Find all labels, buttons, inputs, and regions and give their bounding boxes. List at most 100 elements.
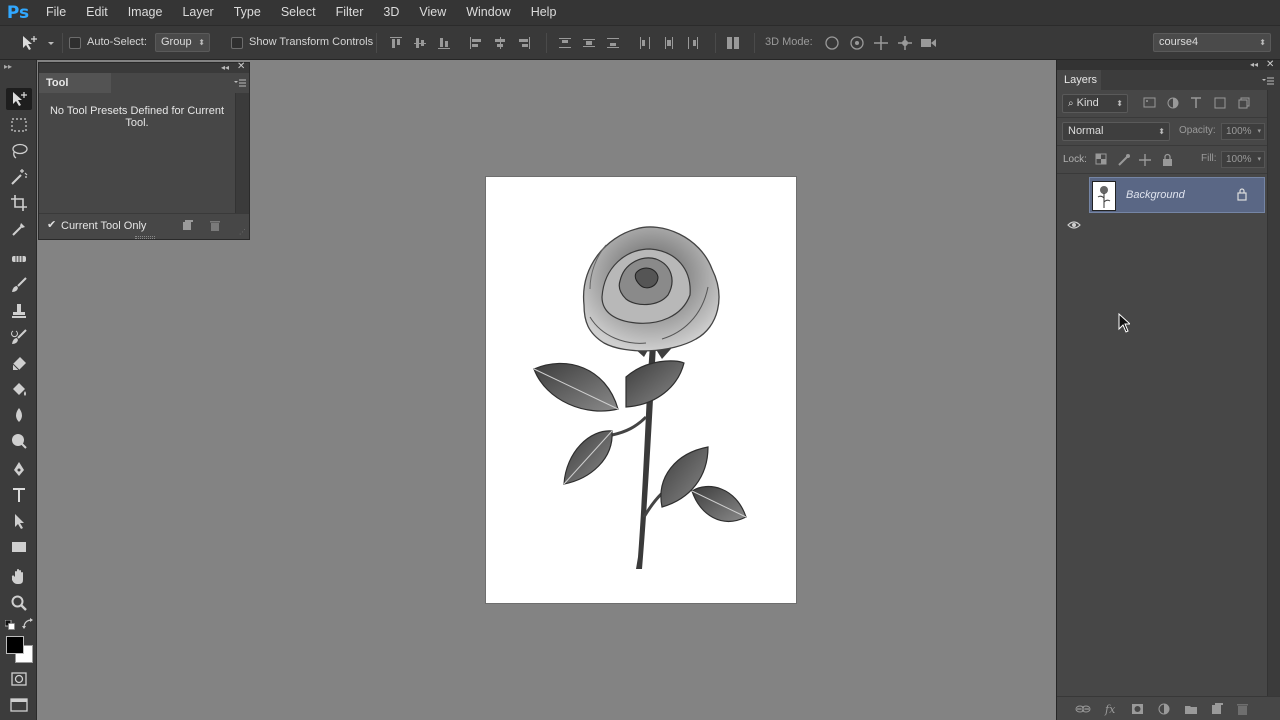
distribute-vcenter-icon[interactable] <box>582 36 596 50</box>
fill-label: Fill: <box>1201 153 1217 164</box>
panel-menu-icon[interactable] <box>233 77 247 91</box>
align-right-icon[interactable] <box>517 36 531 50</box>
toolbar-collapse-icon[interactable]: ▸▸ <box>4 62 12 71</box>
show-transform-checkbox[interactable] <box>231 37 243 49</box>
eyedropper-tool-icon[interactable] <box>6 218 32 240</box>
menu-layer[interactable]: Layer <box>172 0 223 25</box>
menu-3d[interactable]: 3D <box>373 0 409 25</box>
distribute-top-icon[interactable] <box>558 36 572 50</box>
clone-stamp-tool-icon[interactable] <box>6 300 32 322</box>
default-colors-icon[interactable] <box>4 619 15 630</box>
zoom-tool-icon[interactable] <box>6 592 32 614</box>
options-bar: Auto-Select: Group ⬍ Show Transform Contr… <box>0 25 1280 60</box>
mouse-cursor-icon <box>1118 312 1132 336</box>
magic-wand-tool-icon[interactable] <box>6 166 32 188</box>
distribute-bottom-icon[interactable] <box>606 36 620 50</box>
menu-bar: Ps File Edit Image Layer Type Select Fil… <box>0 0 1280 25</box>
3d-mode-label: 3D Mode: <box>765 36 813 48</box>
auto-select-label: Auto-Select: <box>87 36 147 48</box>
menu-view[interactable]: View <box>409 0 456 25</box>
healing-brush-tool-icon[interactable] <box>6 248 32 270</box>
align-left-icon[interactable] <box>469 36 483 50</box>
auto-align-icon[interactable] <box>726 36 740 50</box>
delete-preset-icon[interactable] <box>209 220 221 235</box>
layer-filter-icons[interactable] <box>1143 96 1263 110</box>
rectangle-tool-icon[interactable] <box>6 536 32 558</box>
menu-window[interactable]: Window <box>456 0 520 25</box>
panel-collapse-icon[interactable]: ◂◂ <box>221 63 229 72</box>
menu-file[interactable]: File <box>36 0 76 25</box>
layer-lock-icon <box>1236 188 1248 204</box>
layers-scrollbar[interactable] <box>1267 90 1280 696</box>
rose-drawing <box>533 226 747 569</box>
move-tool-icon[interactable] <box>6 88 32 110</box>
distribute-hcenter-icon[interactable] <box>662 36 676 50</box>
foreground-color-swatch[interactable] <box>6 636 24 654</box>
workspace-dropdown[interactable]: course4 ⬍ <box>1153 33 1271 52</box>
screen-mode-icon[interactable] <box>6 694 32 716</box>
tool-presets-tab[interactable]: Tool Presets <box>39 73 111 109</box>
blend-row: Normal ⬍ Opacity: 100% ▾ <box>1057 118 1267 146</box>
brush-tool-icon[interactable] <box>6 274 32 296</box>
type-tool-icon[interactable] <box>6 484 32 506</box>
fill-field[interactable]: 100% ▾ <box>1221 151 1265 168</box>
menu-image[interactable]: Image <box>118 0 173 25</box>
layers-close-icon[interactable]: ✕ <box>1266 59 1274 70</box>
menu-type[interactable]: Type <box>224 0 271 25</box>
opacity-field[interactable]: 100% ▾ <box>1221 123 1265 140</box>
auto-select-checkbox[interactable] <box>69 37 81 49</box>
filter-kind-dropdown[interactable]: ⌕ Kind ⬍ <box>1062 94 1128 113</box>
layers-area: ⌕ Kind ⬍ Normal ⬍ Opacity: 100% ▾ Lock: … <box>1057 90 1280 700</box>
pen-tool-icon[interactable] <box>6 458 32 480</box>
workspace-value: course4 <box>1159 36 1199 48</box>
layer-row-background[interactable]: Background <box>1089 177 1265 213</box>
menu-filter[interactable]: Filter <box>326 0 374 25</box>
distribute-right-icon[interactable] <box>686 36 700 50</box>
distribute-left-icon[interactable] <box>638 36 652 50</box>
crop-tool-icon[interactable] <box>6 192 32 214</box>
presets-scrollbar[interactable] <box>235 93 249 213</box>
blend-mode-dropdown[interactable]: Normal ⬍ <box>1062 122 1170 141</box>
marquee-tool-icon[interactable] <box>6 114 32 136</box>
lock-icons[interactable] <box>1095 153 1175 167</box>
panel-resize-handle[interactable] <box>135 236 155 239</box>
align-top-icon[interactable] <box>389 36 403 50</box>
align-vcenter-icon[interactable] <box>413 36 427 50</box>
document-canvas[interactable] <box>486 177 796 603</box>
fill-value: 100% <box>1226 154 1252 165</box>
eraser-tool-icon[interactable] <box>6 352 32 374</box>
path-selection-tool-icon[interactable] <box>6 510 32 532</box>
dodge-tool-icon[interactable] <box>6 430 32 452</box>
lasso-tool-icon[interactable] <box>6 140 32 162</box>
layer-action-icons[interactable]: fx <box>1075 702 1275 716</box>
move-tool-preset-icon[interactable] <box>20 34 56 52</box>
hand-tool-icon[interactable] <box>6 566 32 588</box>
dropdown-arrow-icon: ⬍ <box>198 38 205 47</box>
search-icon: ⌕ <box>1068 98 1074 109</box>
paint-bucket-tool-icon[interactable] <box>6 378 32 400</box>
layer-visibility-toggle[interactable] <box>1067 219 1081 233</box>
current-tool-only-checkbox[interactable]: ✔ <box>47 220 58 231</box>
layer-name[interactable]: Background <box>1126 189 1185 201</box>
align-hcenter-icon[interactable] <box>493 36 507 50</box>
menu-select[interactable]: Select <box>271 0 326 25</box>
history-brush-tool-icon[interactable] <box>6 326 32 348</box>
filter-kind-value: Kind <box>1076 97 1099 109</box>
panel-close-icon[interactable]: ✕ <box>237 62 245 72</box>
quick-mask-icon[interactable] <box>6 668 32 690</box>
menu-edit[interactable]: Edit <box>76 0 118 25</box>
app-logo: Ps <box>6 2 30 23</box>
layers-menu-icon[interactable] <box>1261 75 1275 89</box>
swap-colors-icon[interactable] <box>22 618 34 630</box>
menu-help[interactable]: Help <box>521 0 567 25</box>
blur-tool-icon[interactable] <box>6 404 32 426</box>
new-preset-icon[interactable] <box>181 220 193 235</box>
3d-mode-icons[interactable] <box>822 34 942 52</box>
layers-tab[interactable]: Layers <box>1057 70 1101 90</box>
auto-select-dropdown[interactable]: Group ⬍ <box>155 33 210 52</box>
align-bottom-icon[interactable] <box>437 36 451 50</box>
tools-panel: ▸▸ <box>0 60 37 720</box>
resize-grip-icon[interactable]: ⋰ <box>239 228 246 236</box>
layers-collapse-icon[interactable]: ◂◂ <box>1250 60 1258 70</box>
dropdown-arrow-icon: ⬍ <box>1116 99 1123 108</box>
